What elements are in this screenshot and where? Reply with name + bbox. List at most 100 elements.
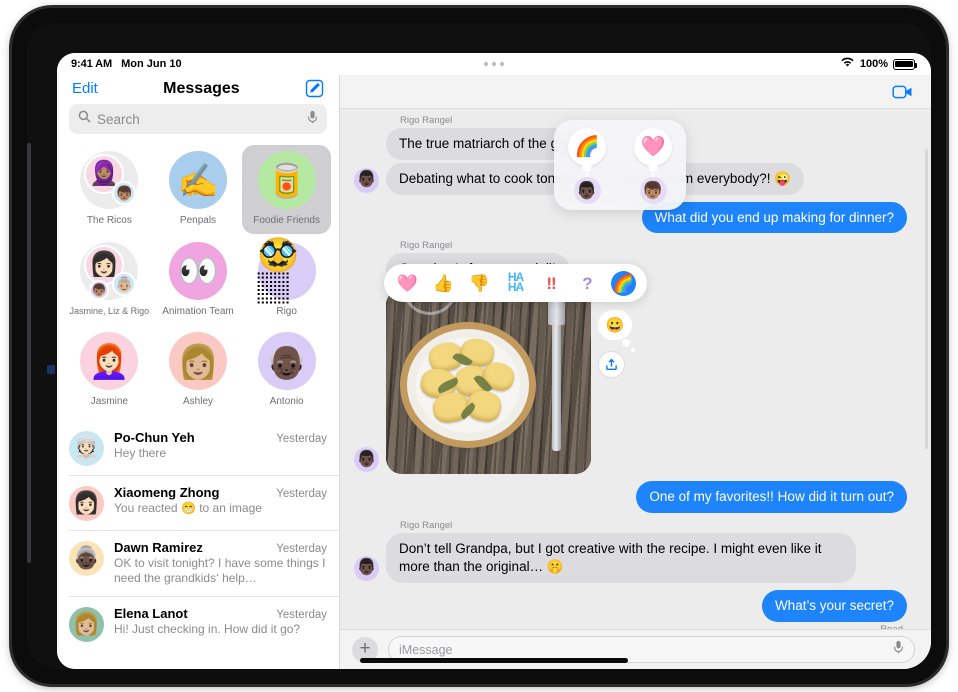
photo-action-buttons: 😀 xyxy=(598,310,635,379)
tapback-thumbs-up-icon[interactable]: 👍 xyxy=(431,271,456,296)
status-bar-right: 100% xyxy=(840,57,931,71)
photo-attachment[interactable] xyxy=(386,289,591,475)
avatar: 🥫 xyxy=(257,151,316,209)
bezel-artifact xyxy=(47,365,55,374)
edit-button[interactable]: Edit xyxy=(72,80,98,97)
status-bar-left: 9:41 AM Mon Jun 10 xyxy=(57,58,182,70)
device-bezel: 9:41 AM Mon Jun 10 100% Edit Messages Se… xyxy=(27,23,931,669)
tapback-picker-bar[interactable]: 🩷 👍 👎 HA HA ‼? 🌈 xyxy=(384,264,647,302)
reaction-emoji-bubble: 🩷 xyxy=(634,128,672,166)
reaction-entry[interactable]: 🌈 👨🏿 xyxy=(563,128,611,204)
pinned-conversation-penpals[interactable]: ✍️ Penpals xyxy=(154,145,243,234)
avatar[interactable]: 👨🏿 xyxy=(354,447,379,473)
avatar: 🧕🏽 👦🏽 xyxy=(80,151,139,209)
pinned-conversation-label: Animation Team xyxy=(162,305,234,317)
photo-message: 😀 xyxy=(386,289,635,475)
pinned-conversation-animation-team[interactable]: 👀 Animation Team xyxy=(154,236,243,325)
facetime-video-icon[interactable] xyxy=(892,85,913,99)
tapback-heart-icon[interactable]: 🩷 xyxy=(395,271,420,296)
ipad-device-frame: 9:41 AM Mon Jun 10 100% Edit Messages Se… xyxy=(12,8,946,684)
battery-percent-label: 100% xyxy=(859,58,888,70)
pinned-conversation-label: Penpals xyxy=(179,215,217,226)
pinned-conversation-rigo[interactable]: 🥸🏽 Rigo xyxy=(242,236,331,325)
multitasking-dots-icon[interactable] xyxy=(484,62,504,66)
pinned-conversation-label: Foodie Friends xyxy=(253,215,320,226)
group-avatar-secondary: 👵🏼 xyxy=(112,271,137,296)
avatar: 👳🏻 xyxy=(69,430,104,466)
pinned-conversation-the-ricos[interactable]: 🧕🏽 👦🏽 The Ricos xyxy=(65,145,154,234)
messages-scroll-area[interactable]: Rigo Rangel The true matriarch of the gr… xyxy=(340,109,931,629)
emoji-reaction-icon[interactable]: 😀 xyxy=(598,310,635,353)
pinned-conversation-foodie-friends[interactable]: 🥫 Foodie Friends xyxy=(242,145,331,234)
ravioli-plate xyxy=(407,329,529,442)
reaction-detail-popup[interactable]: 🌈 👨🏿 🩷 👦🏽 xyxy=(554,120,686,210)
pinned-conversation-ashley[interactable]: 👩🏼 Ashley xyxy=(154,326,243,415)
conversation-preview: Hey there xyxy=(114,445,167,460)
message-bubble-incoming[interactable]: Don’t tell Grandpa, but I got creative w… xyxy=(381,533,856,583)
reactor-avatar: 👨🏿 xyxy=(573,177,601,204)
home-indicator[interactable] xyxy=(360,658,628,663)
message-row: One of my favorites!! How did it turn ou… xyxy=(354,481,912,514)
page-title: Messages xyxy=(163,79,240,97)
tapback-haha-icon[interactable]: HA HA xyxy=(503,271,528,296)
avatar: 👀 xyxy=(168,241,227,300)
status-time: 9:41 AM xyxy=(71,58,113,70)
conversation-list-item[interactable]: 👵🏿 Dawn Ramirez Yesterday OK to visit tonig… xyxy=(69,531,339,597)
conversation-timestamp: Yesterday xyxy=(276,608,327,621)
conversation-list-item[interactable]: 👩🏼 Elena Lanot Yesterday Hi! Just checking … xyxy=(69,597,339,651)
tapback-question-icon[interactable]: ? xyxy=(575,271,600,296)
avatar: ✍️ xyxy=(168,151,227,209)
message-row-photo: 👨🏿 😀 xyxy=(354,289,907,475)
pinned-conversation-jasmine-liz-rigo[interactable]: 👩🏻 👵🏼 👦🏽 Jasmine, Liz & Rigo xyxy=(65,236,154,325)
tapback-rainbow-icon[interactable]: 🌈 xyxy=(611,270,636,296)
avatar: 🥸🏽 xyxy=(257,238,316,304)
reaction-emoji-bubble: 🌈 xyxy=(568,128,606,166)
conversation-timestamp: Yesterday xyxy=(276,542,327,555)
sender-name: Rigo Rangel xyxy=(400,520,453,532)
avatar[interactable]: 👨🏿 xyxy=(354,167,379,193)
save-to-photos-icon[interactable] xyxy=(598,351,625,379)
group-avatar-secondary: 👦🏽 xyxy=(112,181,137,205)
avatar[interactable]: 👨🏿 xyxy=(354,555,379,581)
conversation-body: Dawn Ramirez Yesterday OK to visit tonight… xyxy=(114,540,327,587)
conversation-preview: You reacted 😁 to an image xyxy=(114,500,262,515)
conversation-body: Po-Chun Yeh Yesterday Hey there xyxy=(114,430,327,462)
pinned-conversation-antonio[interactable]: 👴🏿 Antonio xyxy=(242,326,331,415)
microphone-icon[interactable] xyxy=(307,110,318,129)
message-row: What’s your secret? xyxy=(354,589,913,622)
avatar: 👩🏼 xyxy=(69,606,104,642)
conversation-list-item[interactable]: 👳🏻 Po-Chun Yeh Yesterday Hey there xyxy=(69,421,339,476)
pinned-conversation-jasmine[interactable]: 👩🏻‍🦰 Jasmine xyxy=(65,326,154,415)
message-row: 👨🏿 Don’t tell Grandpa, but I got creativ… xyxy=(354,533,907,583)
thread-scrollbar[interactable] xyxy=(925,149,928,449)
imessage-input[interactable] xyxy=(399,642,887,657)
message-bubble-outgoing[interactable]: What’s your secret? xyxy=(761,589,913,622)
pinned-conversations-grid: 🧕🏽 👦🏽 The Ricos ✍️ Penpals 🥫 Foodie Friends 👩🏻 👵… xyxy=(57,143,339,421)
search-input[interactable] xyxy=(97,111,301,127)
split-view: Edit Messages Search 🧕🏽 👦🏽 The Ricos ✍️ … xyxy=(57,75,931,669)
battery-full-icon xyxy=(893,58,918,70)
search-field[interactable] xyxy=(69,104,327,134)
message-bubble-outgoing[interactable]: What did you end up making for dinner? xyxy=(641,201,913,234)
pinned-conversation-label: Rigo xyxy=(276,305,297,317)
reaction-entry[interactable]: 🩷 👦🏽 xyxy=(629,128,677,204)
microphone-icon[interactable] xyxy=(893,640,904,659)
message-input-bar: + xyxy=(340,629,931,669)
avatar: 👩🏼 xyxy=(168,332,227,390)
avatar-spacer xyxy=(354,133,379,158)
conversation-body: Elena Lanot Yesterday Hi! Just checking in… xyxy=(114,606,327,638)
status-bar: 9:41 AM Mon Jun 10 100% xyxy=(57,53,931,75)
conversation-list-item[interactable]: 👩🏻 Xiaomeng Zhong Yesterday You reacted 😁 t… xyxy=(69,476,339,531)
compose-icon[interactable] xyxy=(305,79,324,98)
conversation-timestamp: Yesterday xyxy=(276,432,327,445)
avatar-spacer xyxy=(354,258,379,283)
group-avatar-tertiary: 👦🏽 xyxy=(89,279,110,300)
conversation-header: Po-Chun Yeh Yesterday xyxy=(114,430,327,445)
message-bubble-outgoing[interactable]: One of my favorites!! How did it turn ou… xyxy=(636,481,912,514)
frame-edge-left xyxy=(27,143,31,563)
pinned-conversation-label: Ashley xyxy=(182,396,213,407)
tapback-thumbs-down-icon[interactable]: 👎 xyxy=(467,271,492,296)
avatar: 👩🏻 xyxy=(69,485,104,521)
tapback-exclamation-icon[interactable]: ‼ xyxy=(539,271,564,296)
conversation-name: Dawn Ramirez xyxy=(114,539,203,555)
